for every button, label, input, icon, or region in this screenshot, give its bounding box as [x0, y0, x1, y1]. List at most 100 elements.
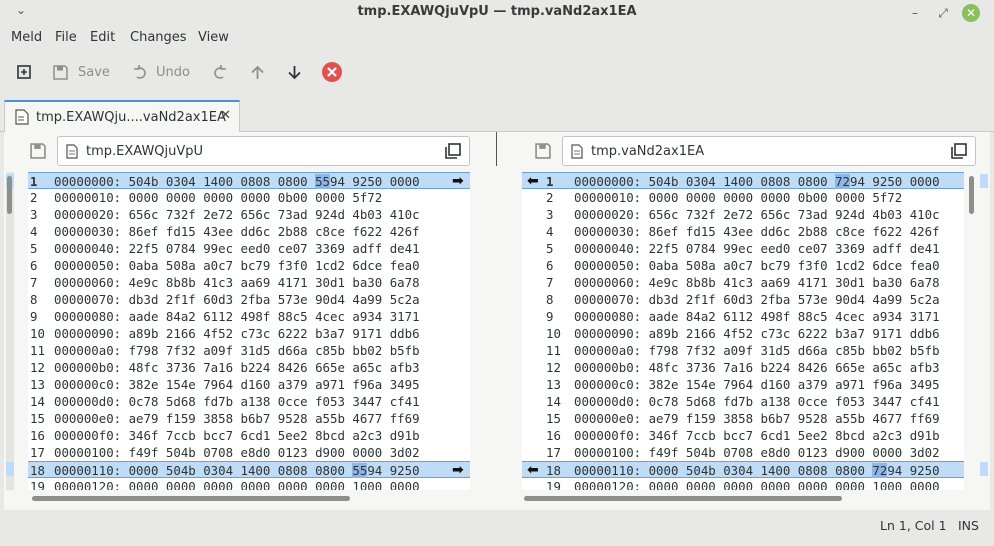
table-row[interactable]: 17 00000100: f49f 504b 0708 e8d0 0123 d90…: [522, 444, 964, 461]
line-number: 5: [30, 241, 38, 256]
table-row[interactable]: 13 000000c0: 382e 154e 7964 d160 a379 a97…: [28, 376, 470, 393]
title-bar: ⌄ tmp.EXAWQjuVpU — tmp.vaNd2ax1EA – ⤢ ✕: [0, 0, 994, 26]
right-scrollbar-thumb[interactable]: [969, 176, 974, 214]
stop-button[interactable]: [321, 62, 343, 82]
left-horizontal-scrollbar[interactable]: [32, 496, 350, 501]
line-text: 00000020: 656c 732f 2e72 656c 73ad 924d …: [574, 207, 940, 222]
new-tab-icon: [17, 65, 31, 79]
table-row[interactable]: 6 00000050: 0aba 508a a0c7 bc79 f3f0 1cd2…: [28, 257, 470, 274]
table-row[interactable]: 4 00000030: 86ef fd15 43ee dd6c 2b88 c8ce…: [522, 223, 964, 240]
line-text: 000000c0: 382e 154e 7964 d160 a379 a971 …: [574, 377, 940, 392]
table-row[interactable]: 12 000000b0: 48fc 3736 7a16 b224 8426 665…: [522, 359, 964, 376]
next-change-button[interactable]: [287, 62, 302, 82]
line-text: 000000f0: 346f 7ccb bcc7 6cd1 5ee2 8bcd …: [54, 428, 420, 443]
table-row[interactable]: 15 000000e0: ae79 f159 3858 b6b7 9528 a55…: [522, 410, 964, 427]
left-open-file-icon[interactable]: [445, 143, 461, 159]
save-button[interactable]: Save: [53, 62, 110, 82]
right-save-icon[interactable]: [535, 143, 551, 159]
diff-changed-row[interactable]: 1 00000000: 504b 0304 1400 0808 0800 7294…: [522, 172, 964, 189]
table-row[interactable]: 7 00000060: 4e9c 8b8b 41c3 aa69 4171 30d1…: [28, 274, 470, 291]
line-text: 000000b0: 48fc 3736 7a16 b224 8426 665e …: [54, 360, 420, 375]
line-number: 14: [30, 394, 45, 409]
table-row[interactable]: 12 000000b0: 48fc 3736 7a16 b224 8426 665…: [28, 359, 470, 376]
left-overview-bar[interactable]: [6, 172, 14, 490]
undo-button[interactable]: Undo: [133, 62, 190, 82]
line-text: 00000000: 504b 0304 1400 0808 0800 5594 …: [54, 173, 420, 190]
push-left-arrow-icon[interactable]: ⬅: [527, 173, 539, 190]
table-row[interactable]: 9 00000080: aade 84a2 6112 498f 88c5 4cec…: [522, 308, 964, 325]
table-row[interactable]: 5 00000040: 22f5 0784 99ec eed0 ce07 3369…: [28, 240, 470, 257]
line-number: 13: [546, 377, 561, 392]
stop-icon: [322, 62, 342, 82]
tab-comparison[interactable]: tmp.EXAWQju....vaNd2ax1EA ✕: [4, 100, 240, 132]
table-row[interactable]: 17 00000100: f49f 504b 0708 e8d0 0123 d90…: [28, 444, 470, 461]
table-row[interactable]: 3 00000020: 656c 732f 2e72 656c 73ad 924d…: [28, 206, 470, 223]
line-number: 12: [30, 360, 45, 375]
menu-file[interactable]: File: [55, 30, 77, 45]
line-number: 19: [30, 479, 45, 490]
diff-changed-row[interactable]: 1 00000000: 504b 0304 1400 0808 0800 5594…: [28, 172, 470, 189]
table-row[interactable]: 8 00000070: db3d 2f1f 60d3 2fba 573e 90d4…: [28, 291, 470, 308]
table-row[interactable]: 15 000000e0: ae79 f159 3858 b6b7 9528 a55…: [28, 410, 470, 427]
left-scrollbar-thumb[interactable]: [7, 176, 12, 214]
right-overview-change-marker: [980, 174, 988, 188]
line-text: 00000120: 0000 0000 0000 0000 0000 0000 …: [54, 479, 420, 490]
line-text-prefix: 00000000: 504b 0304 1400 0808 0800: [54, 174, 316, 189]
table-row[interactable]: 2 00000010: 0000 0000 0000 0000 0b00 0000…: [522, 189, 964, 206]
line-number: 11: [546, 343, 561, 358]
table-row[interactable]: 10 00000090: a89b 2166 4f52 c73c 6222 b3a…: [28, 325, 470, 342]
right-path-box[interactable]: tmp.vaNd2ax1EA: [562, 136, 976, 166]
line-text: 00000100: f49f 504b 0708 e8d0 0123 d900 …: [54, 445, 420, 460]
status-bar: Ln 1, Col 1 INS: [0, 512, 994, 546]
right-text-pane[interactable]: 1 00000000: 504b 0304 1400 0808 0800 7294…: [522, 172, 964, 490]
diff-changed-row[interactable]: 18 00000110: 0000 504b 0304 1400 0808 080…: [522, 461, 964, 478]
push-right-arrow-icon[interactable]: ➡: [452, 462, 464, 479]
table-row[interactable]: 5 00000040: 22f5 0784 99ec eed0 ce07 3369…: [522, 240, 964, 257]
left-save-icon[interactable]: [30, 143, 46, 159]
table-row[interactable]: 14 000000d0: 0c78 5d68 fd7b a138 0cce f05…: [522, 393, 964, 410]
right-horizontal-scrollbar[interactable]: [524, 496, 842, 501]
arrow-up-icon: [251, 65, 264, 79]
line-text: 00000020: 656c 732f 2e72 656c 73ad 924d …: [54, 207, 420, 222]
new-comparison-button[interactable]: [17, 62, 31, 82]
line-text-suffix: 94 9250 0000: [850, 174, 940, 189]
left-path-box[interactable]: tmp.EXAWQjuVpU: [57, 136, 470, 166]
table-row[interactable]: 4 00000030: 86ef fd15 43ee dd6c 2b88 c8ce…: [28, 223, 470, 240]
tab-close-icon[interactable]: ✕: [220, 108, 231, 123]
close-window-button[interactable]: ✕: [962, 4, 980, 22]
push-left-arrow-icon[interactable]: ⬅: [527, 462, 539, 479]
menu-view[interactable]: View: [198, 30, 229, 45]
right-overview-bar[interactable]: [966, 172, 988, 490]
maximize-button[interactable]: ⤢: [934, 4, 952, 22]
line-number: 9: [30, 309, 38, 324]
previous-change-button[interactable]: [250, 62, 265, 82]
line-number: 10: [546, 326, 561, 341]
right-open-file-icon[interactable]: [951, 143, 967, 159]
table-row[interactable]: 19 00000120: 0000 0000 0000 0000 0000 000…: [522, 478, 964, 490]
table-row[interactable]: 16 000000f0: 346f 7ccb bcc7 6cd1 5ee2 8bc…: [522, 427, 964, 444]
line-number: 5: [546, 241, 554, 256]
table-row[interactable]: 8 00000070: db3d 2f1f 60d3 2fba 573e 90d4…: [522, 291, 964, 308]
menu-meld[interactable]: Meld: [11, 30, 42, 45]
diff-changed-row[interactable]: 18 00000110: 0000 504b 0304 1400 0808 080…: [28, 461, 470, 478]
table-row[interactable]: 3 00000020: 656c 732f 2e72 656c 73ad 924d…: [522, 206, 964, 223]
menu-edit[interactable]: Edit: [90, 30, 115, 45]
line-number: 1: [30, 174, 38, 189]
redo-button[interactable]: [212, 62, 227, 82]
minimize-button[interactable]: –: [906, 4, 924, 22]
left-file-icon: [66, 143, 78, 159]
table-row[interactable]: 7 00000060: 4e9c 8b8b 41c3 aa69 4171 30d1…: [522, 274, 964, 291]
table-row[interactable]: 10 00000090: a89b 2166 4f52 c73c 6222 b3a…: [522, 325, 964, 342]
table-row[interactable]: 11 000000a0: f798 7f32 a09f 31d5 d66a c85…: [28, 342, 470, 359]
menu-changes[interactable]: Changes: [130, 30, 187, 45]
table-row[interactable]: 6 00000050: 0aba 508a a0c7 bc79 f3f0 1cd2…: [522, 257, 964, 274]
table-row[interactable]: 19 00000120: 0000 0000 0000 0000 0000 000…: [28, 478, 470, 490]
table-row[interactable]: 11 000000a0: f798 7f32 a09f 31d5 d66a c85…: [522, 342, 964, 359]
left-text-pane[interactable]: 1 00000000: 504b 0304 1400 0808 0800 5594…: [28, 172, 470, 490]
table-row[interactable]: 9 00000080: aade 84a2 6112 498f 88c5 4cec…: [28, 308, 470, 325]
table-row[interactable]: 14 000000d0: 0c78 5d68 fd7b a138 0cce f05…: [28, 393, 470, 410]
table-row[interactable]: 2 00000010: 0000 0000 0000 0000 0b00 0000…: [28, 189, 470, 206]
table-row[interactable]: 16 000000f0: 346f 7ccb bcc7 6cd1 5ee2 8bc…: [28, 427, 470, 444]
table-row[interactable]: 13 000000c0: 382e 154e 7964 d160 a379 a97…: [522, 376, 964, 393]
push-right-arrow-icon[interactable]: ➡: [452, 173, 464, 190]
